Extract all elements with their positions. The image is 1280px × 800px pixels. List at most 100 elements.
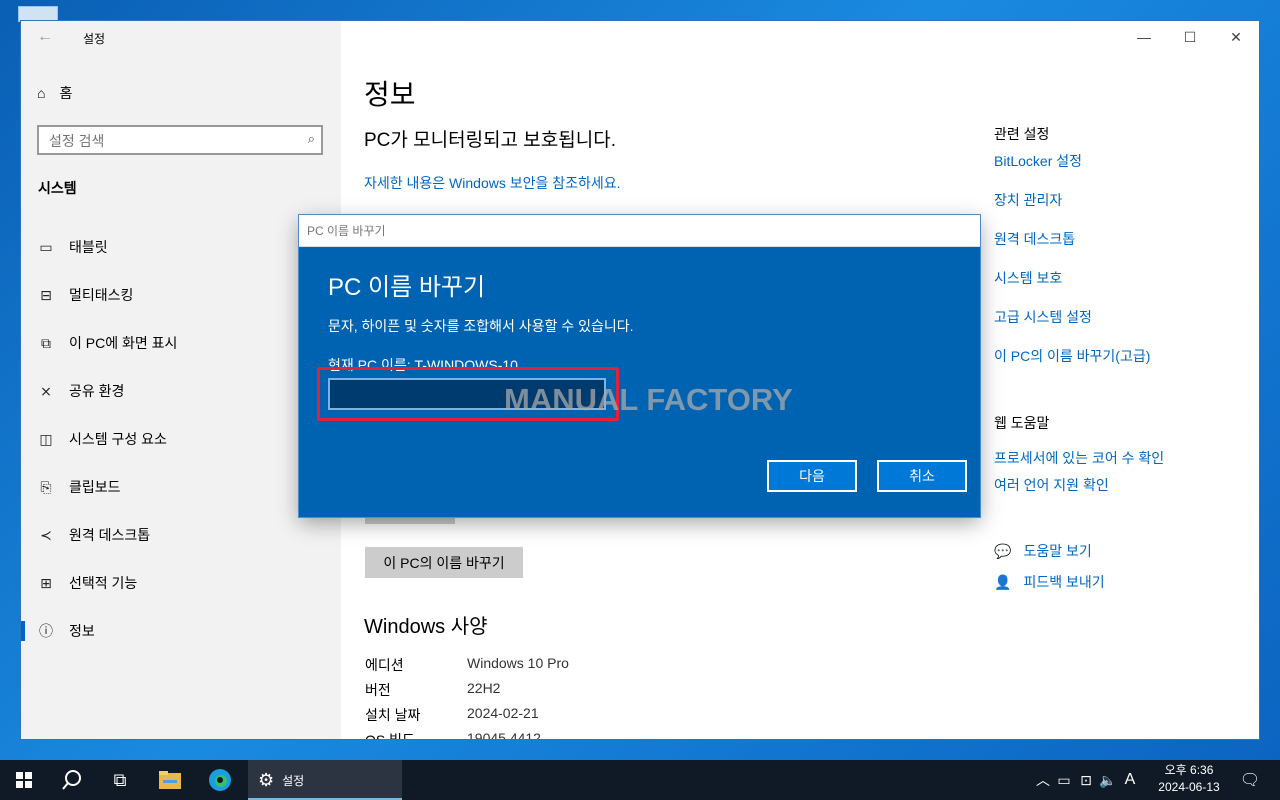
home-icon: ⌂ <box>37 85 46 101</box>
network-icon[interactable]: ⊡ <box>1075 772 1097 789</box>
tablet-icon: ▭ <box>39 238 53 255</box>
device-manager-link[interactable]: 장치 관리자 <box>994 190 1062 210</box>
multitasking-icon: ⊟ <box>40 286 52 303</box>
get-help-item[interactable]: 💬 도움말 보기 <box>994 541 1092 561</box>
spec-row: 설치 날짜 2024-02-21 <box>365 705 539 725</box>
sidebar-item-label: 시스템 구성 요소 <box>69 431 167 447</box>
sidebar-item-label: 원격 데스크톱 <box>69 527 151 543</box>
search-icon[interactable]: ⌕ <box>308 131 315 147</box>
watermark: MANUAL FACTORY <box>504 382 793 417</box>
remote-desktop-icon: ≺ <box>40 526 52 543</box>
dialog-titlebar: PC 이름 바꾸기 <box>299 215 980 247</box>
battery-icon[interactable]: ▭ <box>1053 772 1075 789</box>
sidebar-item-shared[interactable]: ⨯ 공유 환경 <box>21 367 341 415</box>
get-help-link[interactable]: 도움말 보기 <box>1023 541 1091 561</box>
sidebar-section-title: 시스템 <box>38 180 77 196</box>
spec-value: 22H2 <box>467 680 501 696</box>
next-button[interactable]: 다음 <box>767 460 857 492</box>
spec-row: 버전 22H2 <box>365 680 500 700</box>
titlebar: ← 설정 <box>21 21 341 53</box>
sidebar-item-label: 정보 <box>69 623 95 639</box>
web-help-title: 웹 도움말 <box>994 415 1050 431</box>
back-arrow-icon[interactable]: ← <box>37 28 53 46</box>
clock[interactable]: 오후 6:36 2024-06-13 <box>1150 762 1228 796</box>
sidebar-nav: ▭ 태블릿 ⊟ 멀티태스킹 ⧉ 이 PC에 화면 표시 ⨯ 공유 환경 ◫ 시스템 구성 … <box>21 223 341 655</box>
taskbar: ⧉ ⚙ 설정 ︿ ▭ ⊡ 🔈 A 오후 6:36 2024-06-13 🗨 <box>0 760 1280 800</box>
spec-value: 19045.4412 <box>467 730 541 739</box>
settings-search[interactable]: ⌕ <box>37 125 323 155</box>
taskbar-settings-app[interactable]: ⚙ 설정 <box>248 760 402 800</box>
taskbar-settings-label: 설정 <box>282 773 305 788</box>
sidebar-item-label: 태블릿 <box>69 239 108 255</box>
cancel-button[interactable]: 취소 <box>877 460 967 492</box>
clock-date: 2024-06-13 <box>1158 780 1220 794</box>
sidebar-item-optional-features[interactable]: ⊞ 선택적 기능 <box>21 559 341 607</box>
magnifier-icon <box>62 770 81 790</box>
window-title: 설정 <box>83 32 106 46</box>
bitlocker-link[interactable]: BitLocker 설정 <box>994 151 1082 171</box>
sidebar-item-project[interactable]: ⧉ 이 PC에 화면 표시 <box>21 319 341 367</box>
help-chat-icon: 💬 <box>994 542 1012 559</box>
feedback-link[interactable]: 피드백 보내기 <box>1023 572 1104 592</box>
dialog-heading: PC 이름 바꾸기 <box>328 274 486 301</box>
shared-icon: ⨯ <box>40 382 52 399</box>
sidebar-item-about[interactable]: ⓘ 정보 <box>21 607 341 655</box>
sidebar-item-label: 공유 환경 <box>69 383 125 399</box>
folder-icon <box>159 771 181 789</box>
sidebar-item-components[interactable]: ◫ 시스템 구성 요소 <box>21 415 341 463</box>
clipboard-icon: ⎘ <box>40 478 52 495</box>
notification-icon[interactable]: 🗨 <box>1226 760 1274 800</box>
search-taskbar-icon[interactable] <box>48 760 96 800</box>
rename-pc-advanced-link[interactable]: 이 PC의 이름 바꾸기(고급) <box>994 346 1150 366</box>
sidebar-item-home[interactable]: ⌂ 홈 <box>37 83 72 103</box>
advanced-system-settings-link[interactable]: 고급 시스템 설정 <box>994 307 1092 327</box>
spec-value: 2024-02-21 <box>467 705 539 721</box>
info-icon: ⓘ <box>39 623 53 639</box>
desktop-shortcut-icon[interactable] <box>18 6 58 22</box>
sidebar: ← 설정 ⌂ 홈 ⌕ 시스템 ▭ 태블릿 ⊟ 멀티태스킹 ⧉ 이 PC에 화면 표시 … <box>21 21 341 739</box>
dialog-description: 문자, 하이픈 및 숫자를 조합해서 사용할 수 있습니다. <box>328 318 634 334</box>
feedback-icon: 👤 <box>994 573 1012 590</box>
windows-security-link[interactable]: 자세한 내용은 Windows 보안을 참조하세요. <box>364 173 621 193</box>
sidebar-item-label: 이 PC에 화면 표시 <box>69 335 178 351</box>
sidebar-item-label: 클립보드 <box>69 479 121 495</box>
edge-icon[interactable] <box>196 760 244 800</box>
cpu-cores-link[interactable]: 프로세서에 있는 코어 수 확인 <box>994 448 1164 468</box>
windows-spec-title: Windows 사양 <box>364 616 488 638</box>
spec-key: 설치 날짜 <box>365 707 421 723</box>
spec-value: Windows 10 Pro <box>467 655 569 671</box>
sidebar-item-remote-desktop[interactable]: ≺ 원격 데스크톱 <box>21 511 341 559</box>
search-input[interactable] <box>39 127 291 155</box>
ime-indicator[interactable]: A <box>1119 771 1141 789</box>
protection-status: PC가 모니터링되고 보호됩니다. <box>364 130 616 151</box>
spec-key: 에디션 <box>365 657 404 673</box>
gear-icon: ⚙ <box>258 769 275 790</box>
sidebar-item-clipboard[interactable]: ⎘ 클립보드 <box>21 463 341 511</box>
chevron-up-icon[interactable]: ︿ <box>1033 770 1053 790</box>
volume-muted-icon[interactable]: 🔈 <box>1097 772 1119 789</box>
spec-key: OS 빌드 <box>365 730 467 739</box>
spec-key: 버전 <box>365 682 391 698</box>
remote-desktop-link[interactable]: 원격 데스크톱 <box>994 229 1075 249</box>
task-view-icon[interactable]: ⧉ <box>96 760 144 800</box>
related-settings-title: 관련 설정 <box>994 126 1050 142</box>
edge-browser-icon <box>209 769 231 791</box>
multi-language-link[interactable]: 여러 언어 지원 확인 <box>994 475 1109 495</box>
system-tray: ︿ ▭ ⊡ 🔈 A <box>1033 760 1141 800</box>
feedback-item[interactable]: 👤 피드백 보내기 <box>994 572 1105 592</box>
rename-pc-button[interactable]: 이 PC의 이름 바꾸기 <box>365 547 523 578</box>
spec-row: 에디션 Windows 10 Pro <box>365 655 569 675</box>
page-title: 정보 <box>364 79 416 110</box>
file-explorer-icon[interactable] <box>146 760 194 800</box>
start-button[interactable] <box>0 760 48 800</box>
sidebar-item-label: 멀티태스킹 <box>69 287 134 303</box>
rename-pc-dialog: PC 이름 바꾸기 PC 이름 바꾸기 문자, 하이픈 및 숫자를 조합해서 사… <box>299 215 980 517</box>
components-icon: ◫ <box>39 430 53 447</box>
spec-row: OS 빌드19045.4412 <box>365 730 541 739</box>
sidebar-item-label: 선택적 기능 <box>69 575 138 591</box>
sidebar-item-multitasking[interactable]: ⊟ 멀티태스킹 <box>21 271 341 319</box>
optional-features-icon: ⊞ <box>40 574 52 591</box>
system-protection-link[interactable]: 시스템 보호 <box>994 268 1062 288</box>
home-label: 홈 <box>59 85 73 101</box>
sidebar-item-tablet[interactable]: ▭ 태블릿 <box>21 223 341 271</box>
